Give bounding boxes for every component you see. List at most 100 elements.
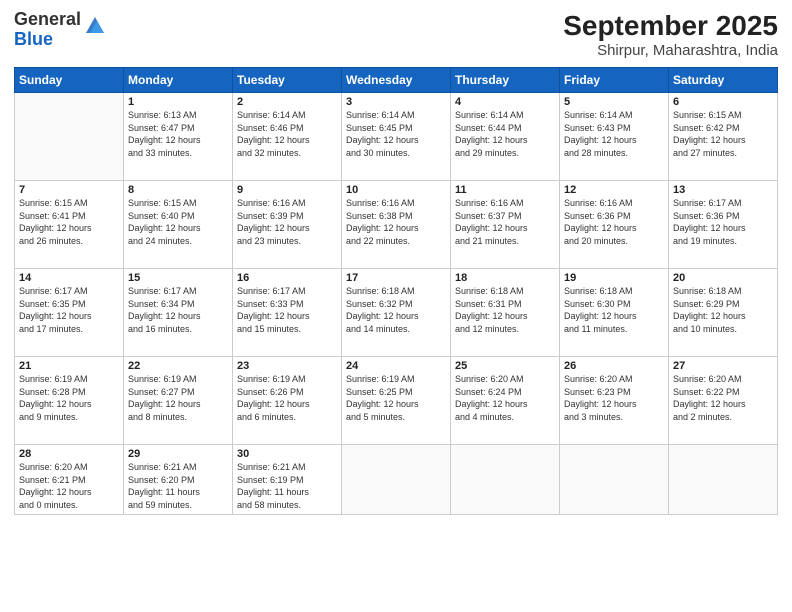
day-number: 15: [128, 272, 228, 284]
day-number: 28: [19, 448, 119, 460]
day-info: Sunrise: 6:19 AM Sunset: 6:28 PM Dayligh…: [19, 373, 119, 423]
calendar-cell: 16Sunrise: 6:17 AM Sunset: 6:33 PM Dayli…: [233, 269, 342, 357]
day-number: 1: [128, 96, 228, 108]
day-info: Sunrise: 6:18 AM Sunset: 6:29 PM Dayligh…: [673, 285, 773, 335]
weekday-header-row: SundayMondayTuesdayWednesdayThursdayFrid…: [15, 68, 778, 93]
day-info: Sunrise: 6:18 AM Sunset: 6:32 PM Dayligh…: [346, 285, 446, 335]
day-info: Sunrise: 6:20 AM Sunset: 6:22 PM Dayligh…: [673, 373, 773, 423]
day-info: Sunrise: 6:21 AM Sunset: 6:19 PM Dayligh…: [237, 461, 337, 511]
calendar-week-row: 21Sunrise: 6:19 AM Sunset: 6:28 PM Dayli…: [15, 357, 778, 445]
day-info: Sunrise: 6:21 AM Sunset: 6:20 PM Dayligh…: [128, 461, 228, 511]
calendar-cell: 12Sunrise: 6:16 AM Sunset: 6:36 PM Dayli…: [560, 181, 669, 269]
day-info: Sunrise: 6:16 AM Sunset: 6:39 PM Dayligh…: [237, 197, 337, 247]
day-info: Sunrise: 6:16 AM Sunset: 6:37 PM Dayligh…: [455, 197, 555, 247]
day-info: Sunrise: 6:19 AM Sunset: 6:25 PM Dayligh…: [346, 373, 446, 423]
day-number: 27: [673, 360, 773, 372]
day-number: 19: [564, 272, 664, 284]
day-number: 3: [346, 96, 446, 108]
header: General Blue September 2025 Shirpur, Mah…: [14, 10, 778, 59]
day-number: 23: [237, 360, 337, 372]
calendar-cell: 24Sunrise: 6:19 AM Sunset: 6:25 PM Dayli…: [342, 357, 451, 445]
day-number: 30: [237, 448, 337, 460]
day-number: 2: [237, 96, 337, 108]
calendar-cell: 27Sunrise: 6:20 AM Sunset: 6:22 PM Dayli…: [669, 357, 778, 445]
calendar-cell: 29Sunrise: 6:21 AM Sunset: 6:20 PM Dayli…: [124, 445, 233, 515]
calendar-table: SundayMondayTuesdayWednesdayThursdayFrid…: [14, 67, 778, 515]
calendar-cell: [669, 445, 778, 515]
day-number: 7: [19, 184, 119, 196]
calendar-cell: 1Sunrise: 6:13 AM Sunset: 6:47 PM Daylig…: [124, 93, 233, 181]
day-info: Sunrise: 6:19 AM Sunset: 6:26 PM Dayligh…: [237, 373, 337, 423]
calendar-cell: [560, 445, 669, 515]
day-info: Sunrise: 6:16 AM Sunset: 6:36 PM Dayligh…: [564, 197, 664, 247]
day-number: 20: [673, 272, 773, 284]
day-info: Sunrise: 6:14 AM Sunset: 6:46 PM Dayligh…: [237, 109, 337, 159]
day-number: 9: [237, 184, 337, 196]
day-number: 14: [19, 272, 119, 284]
calendar-cell: 28Sunrise: 6:20 AM Sunset: 6:21 PM Dayli…: [15, 445, 124, 515]
day-info: Sunrise: 6:19 AM Sunset: 6:27 PM Dayligh…: [128, 373, 228, 423]
day-number: 17: [346, 272, 446, 284]
calendar-cell: [15, 93, 124, 181]
calendar-cell: 6Sunrise: 6:15 AM Sunset: 6:42 PM Daylig…: [669, 93, 778, 181]
calendar-cell: 15Sunrise: 6:17 AM Sunset: 6:34 PM Dayli…: [124, 269, 233, 357]
day-number: 25: [455, 360, 555, 372]
calendar-cell: 8Sunrise: 6:15 AM Sunset: 6:40 PM Daylig…: [124, 181, 233, 269]
day-info: Sunrise: 6:14 AM Sunset: 6:43 PM Dayligh…: [564, 109, 664, 159]
page: General Blue September 2025 Shirpur, Mah…: [0, 0, 792, 612]
calendar-cell: 22Sunrise: 6:19 AM Sunset: 6:27 PM Dayli…: [124, 357, 233, 445]
day-number: 5: [564, 96, 664, 108]
calendar-cell: 10Sunrise: 6:16 AM Sunset: 6:38 PM Dayli…: [342, 181, 451, 269]
weekday-header: Sunday: [15, 68, 124, 93]
day-number: 6: [673, 96, 773, 108]
calendar-cell: 19Sunrise: 6:18 AM Sunset: 6:30 PM Dayli…: [560, 269, 669, 357]
day-info: Sunrise: 6:14 AM Sunset: 6:44 PM Dayligh…: [455, 109, 555, 159]
day-info: Sunrise: 6:20 AM Sunset: 6:23 PM Dayligh…: [564, 373, 664, 423]
day-info: Sunrise: 6:20 AM Sunset: 6:21 PM Dayligh…: [19, 461, 119, 511]
day-number: 10: [346, 184, 446, 196]
day-number: 22: [128, 360, 228, 372]
day-number: 8: [128, 184, 228, 196]
day-info: Sunrise: 6:17 AM Sunset: 6:36 PM Dayligh…: [673, 197, 773, 247]
weekday-header: Friday: [560, 68, 669, 93]
day-number: 16: [237, 272, 337, 284]
calendar-week-row: 7Sunrise: 6:15 AM Sunset: 6:41 PM Daylig…: [15, 181, 778, 269]
day-info: Sunrise: 6:16 AM Sunset: 6:38 PM Dayligh…: [346, 197, 446, 247]
day-number: 4: [455, 96, 555, 108]
calendar-cell: 11Sunrise: 6:16 AM Sunset: 6:37 PM Dayli…: [451, 181, 560, 269]
calendar-cell: 17Sunrise: 6:18 AM Sunset: 6:32 PM Dayli…: [342, 269, 451, 357]
weekday-header: Saturday: [669, 68, 778, 93]
calendar-cell: 13Sunrise: 6:17 AM Sunset: 6:36 PM Dayli…: [669, 181, 778, 269]
calendar-week-row: 1Sunrise: 6:13 AM Sunset: 6:47 PM Daylig…: [15, 93, 778, 181]
calendar-cell: 5Sunrise: 6:14 AM Sunset: 6:43 PM Daylig…: [560, 93, 669, 181]
day-info: Sunrise: 6:15 AM Sunset: 6:41 PM Dayligh…: [19, 197, 119, 247]
day-number: 18: [455, 272, 555, 284]
day-info: Sunrise: 6:15 AM Sunset: 6:40 PM Dayligh…: [128, 197, 228, 247]
logo-blue: Blue: [14, 29, 53, 49]
calendar-cell: 23Sunrise: 6:19 AM Sunset: 6:26 PM Dayli…: [233, 357, 342, 445]
day-number: 24: [346, 360, 446, 372]
day-info: Sunrise: 6:13 AM Sunset: 6:47 PM Dayligh…: [128, 109, 228, 159]
weekday-header: Thursday: [451, 68, 560, 93]
calendar-cell: 2Sunrise: 6:14 AM Sunset: 6:46 PM Daylig…: [233, 93, 342, 181]
calendar-cell: 4Sunrise: 6:14 AM Sunset: 6:44 PM Daylig…: [451, 93, 560, 181]
weekday-header: Monday: [124, 68, 233, 93]
day-number: 12: [564, 184, 664, 196]
calendar-cell: 21Sunrise: 6:19 AM Sunset: 6:28 PM Dayli…: [15, 357, 124, 445]
day-number: 29: [128, 448, 228, 460]
calendar-cell: 9Sunrise: 6:16 AM Sunset: 6:39 PM Daylig…: [233, 181, 342, 269]
day-number: 26: [564, 360, 664, 372]
day-number: 21: [19, 360, 119, 372]
calendar-cell: 14Sunrise: 6:17 AM Sunset: 6:35 PM Dayli…: [15, 269, 124, 357]
calendar-cell: 3Sunrise: 6:14 AM Sunset: 6:45 PM Daylig…: [342, 93, 451, 181]
calendar-cell: [451, 445, 560, 515]
weekday-header: Tuesday: [233, 68, 342, 93]
calendar-cell: [342, 445, 451, 515]
calendar-cell: 30Sunrise: 6:21 AM Sunset: 6:19 PM Dayli…: [233, 445, 342, 515]
logo-icon: [84, 15, 106, 37]
calendar-cell: 20Sunrise: 6:18 AM Sunset: 6:29 PM Dayli…: [669, 269, 778, 357]
day-number: 13: [673, 184, 773, 196]
location: Shirpur, Maharashtra, India: [563, 42, 778, 59]
day-info: Sunrise: 6:14 AM Sunset: 6:45 PM Dayligh…: [346, 109, 446, 159]
month-year: September 2025: [563, 10, 778, 42]
